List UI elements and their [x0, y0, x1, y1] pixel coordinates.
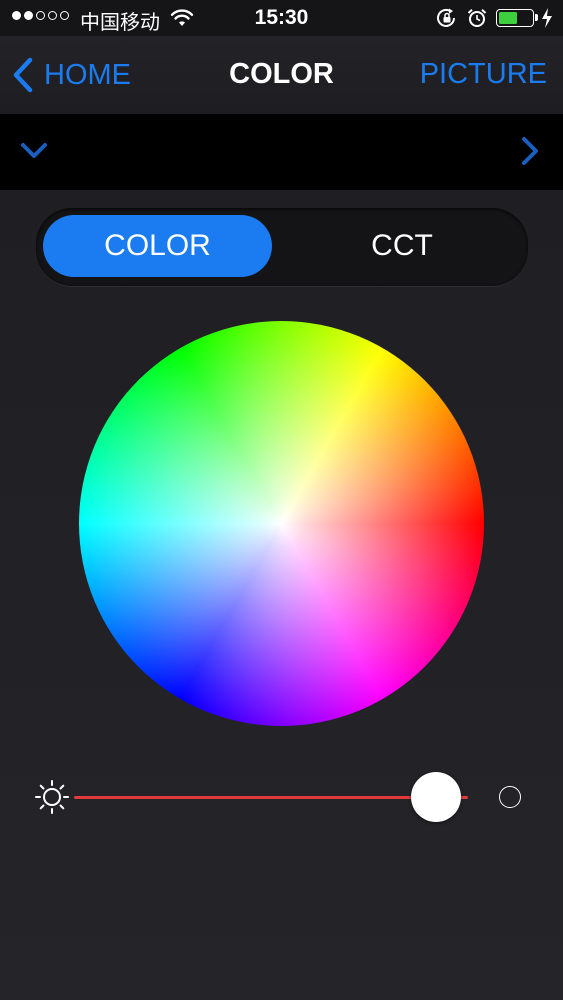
brightness-track[interactable]: [74, 796, 468, 799]
picture-button[interactable]: PICTURE: [420, 58, 547, 91]
chevron-right-icon[interactable]: [520, 136, 540, 166]
battery-icon: [496, 9, 538, 27]
brightness-slider: [30, 770, 530, 824]
color-control-panel: COLOR CCT: [0, 190, 563, 1000]
navigation-bar: HOME COLOR PICTURE: [0, 36, 563, 114]
mode-segmented-control: COLOR CCT: [36, 208, 528, 286]
charging-bolt-icon: [542, 8, 552, 28]
rotation-lock-icon: [437, 8, 455, 27]
status-bar: 中国移动 15:30: [0, 0, 563, 36]
battery-nub: [535, 14, 538, 21]
chevron-down-icon[interactable]: [20, 142, 48, 160]
color-wheel[interactable]: [79, 321, 484, 726]
segment-color[interactable]: COLOR: [43, 215, 272, 277]
device-selector-strip: [0, 114, 563, 190]
off-circle-icon: [499, 786, 521, 808]
sun-icon: [35, 780, 69, 814]
battery-level-fill: [499, 12, 517, 24]
alarm-icon: [467, 9, 487, 27]
segment-cct[interactable]: CCT: [286, 215, 518, 277]
brightness-thumb[interactable]: [411, 772, 462, 822]
